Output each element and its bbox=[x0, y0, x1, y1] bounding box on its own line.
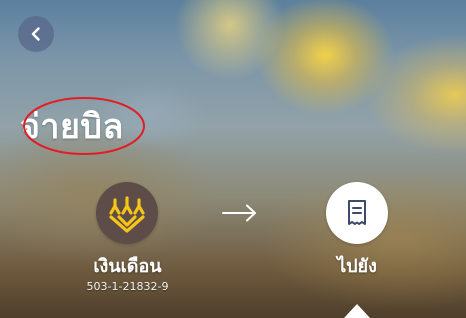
krungsri-bank-logo-icon bbox=[102, 188, 152, 238]
source-account-logo[interactable] bbox=[96, 182, 158, 244]
selection-pointer bbox=[344, 304, 370, 318]
source-account-number: 503-1-21832-9 bbox=[86, 280, 169, 293]
bill-payment-screen: จ่ายบิล เงินเดือน 503-1-21832-9 ไปยัง bbox=[0, 0, 466, 318]
bill-receipt-icon bbox=[344, 198, 370, 228]
arrow-right-icon bbox=[220, 200, 260, 226]
back-button[interactable] bbox=[18, 16, 54, 52]
title-highlight-circle bbox=[23, 97, 145, 155]
source-account-name: เงินเดือน bbox=[93, 256, 162, 277]
chevron-left-icon bbox=[28, 26, 44, 42]
bill-target-button[interactable] bbox=[326, 182, 388, 244]
target-label: ไปยัง bbox=[337, 256, 377, 277]
